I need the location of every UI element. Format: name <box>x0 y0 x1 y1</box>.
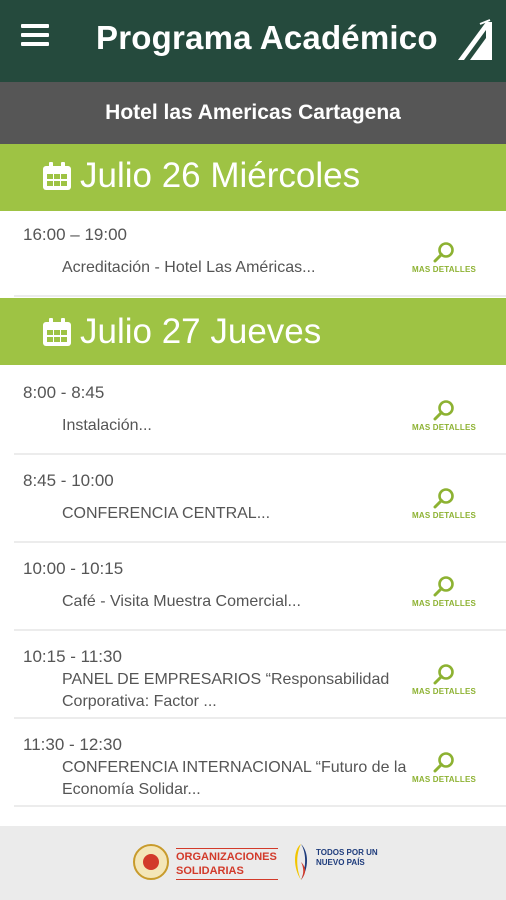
gov-name: TODOS POR UN NUEVO PAÍS <box>316 848 378 867</box>
details-button[interactable]: MAS DETALLES <box>410 487 478 531</box>
hamburger-menu-icon[interactable] <box>21 24 49 46</box>
list-item[interactable]: 8:45 - 10:00 CONFERENCIA CENTRAL... MAS … <box>14 457 506 543</box>
list-item[interactable]: 10:15 - 11:30 PANEL DE EMPRESARIOS “Resp… <box>14 633 506 719</box>
footer-sponsors: ORGANIZACIONES SOLIDARIAS TODOS POR UN N… <box>0 826 506 900</box>
details-button[interactable]: MAS DETALLES <box>410 241 478 285</box>
event-description: Café - Visita Muestra Comercial... <box>62 593 301 610</box>
app-header: Programa Académico <box>0 0 506 82</box>
magnifier-icon <box>433 400 454 421</box>
details-button[interactable]: MAS DETALLES <box>410 751 478 795</box>
details-label: MAS DETALLES <box>411 423 477 432</box>
details-label: MAS DETALLES <box>411 687 477 696</box>
page-title: Programa Académico <box>96 19 438 56</box>
list-item[interactable]: 10:00 - 10:15 Café - Visita Muestra Come… <box>14 545 506 631</box>
details-button[interactable]: MAS DETALLES <box>410 575 478 619</box>
details-label: MAS DETALLES <box>411 775 477 784</box>
details-button[interactable]: MAS DETALLES <box>410 663 478 707</box>
magnifier-icon <box>433 752 454 773</box>
event-logo-icon <box>458 19 492 60</box>
event-time: 10:15 - 11:30 <box>23 647 122 666</box>
list-item[interactable]: 8:00 - 8:45 Instalación... MAS DETALLES <box>14 369 506 455</box>
calendar-icon <box>43 318 71 346</box>
magnifier-icon <box>433 664 454 685</box>
event-time: 8:45 - 10:00 <box>23 471 114 490</box>
list-item[interactable]: 11:30 - 12:30 CONFERENCIA INTERNACIONAL … <box>14 721 506 807</box>
day-title: Julio 26 Miércoles <box>80 156 361 195</box>
day-header-julio-27: Julio 27 Jueves <box>0 298 506 365</box>
magnifier-icon <box>433 576 454 597</box>
venue-bar: Hotel las Americas Cartagena <box>0 82 506 144</box>
colombia-flag-icon <box>295 844 307 880</box>
day-header-julio-26: Julio 26 Miércoles <box>0 144 506 211</box>
details-label: MAS DETALLES <box>411 599 477 608</box>
event-description: Acreditación - Hotel Las Américas... <box>62 259 316 276</box>
event-description: CONFERENCIA INTERNACIONAL “Futuro de la … <box>62 759 407 798</box>
list-item[interactable]: 16:00 – 19:00 Acreditación - Hotel Las A… <box>14 211 506 297</box>
event-time: 8:00 - 8:45 <box>23 383 105 402</box>
calendar-icon <box>43 162 71 190</box>
magnifier-icon <box>433 488 454 509</box>
coat-of-arms-icon <box>133 844 169 880</box>
venue-name: Hotel las Americas Cartagena <box>105 101 401 124</box>
event-time: 16:00 – 19:00 <box>23 225 127 244</box>
details-label: MAS DETALLES <box>411 511 477 520</box>
details-label: MAS DETALLES <box>411 265 477 274</box>
event-time: 10:00 - 10:15 <box>23 559 124 578</box>
event-description: PANEL DE EMPRESARIOS “Responsabilidad Co… <box>62 671 390 710</box>
event-description: Instalación... <box>62 417 152 434</box>
event-description: CONFERENCIA CENTRAL... <box>62 505 271 522</box>
event-time: 11:30 - 12:30 <box>23 735 122 754</box>
day-title: Julio 27 Jueves <box>80 312 322 351</box>
org-name: ORGANIZACIONES SOLIDARIAS <box>176 848 278 880</box>
details-button[interactable]: MAS DETALLES <box>410 399 478 443</box>
magnifier-icon <box>433 242 454 263</box>
